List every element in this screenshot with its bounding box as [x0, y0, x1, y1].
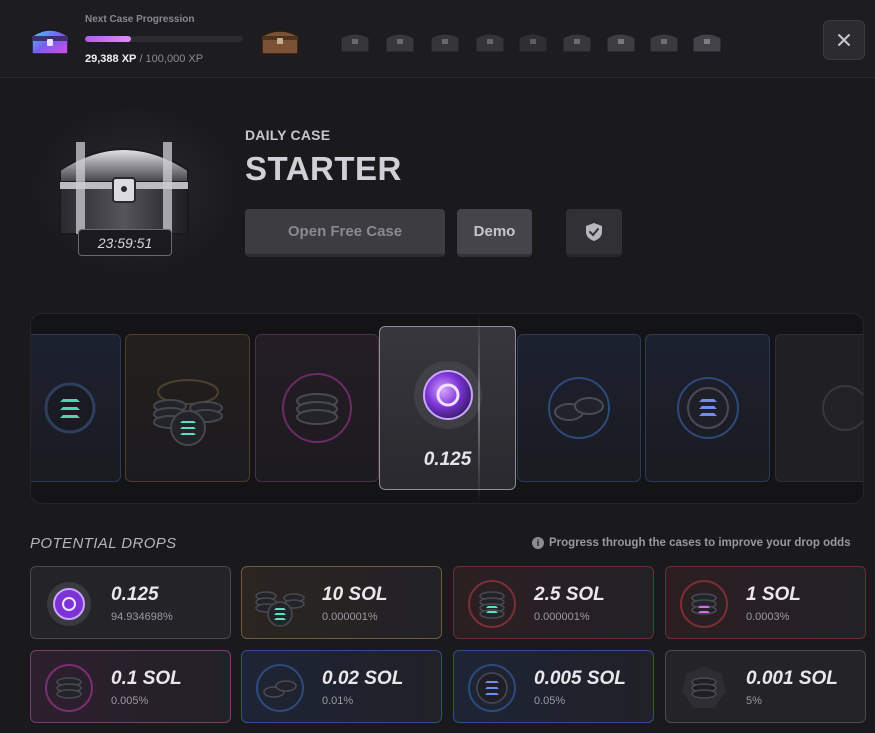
- drop-odds: 5%: [746, 695, 762, 707]
- sol-coin-pile-icon: [255, 591, 305, 627]
- drop-card[interactable]: 10 SOL 0.000001%: [241, 566, 442, 639]
- purple-token-icon: [413, 361, 482, 430]
- close-icon: [838, 34, 850, 46]
- drop-odds: 0.01%: [322, 695, 354, 707]
- drop-odds: 0.0003%: [746, 611, 790, 623]
- drop-odds: 94.934698%: [111, 611, 173, 623]
- xp-target: / 100,000 XP: [139, 53, 204, 65]
- case-title: STARTER: [245, 150, 402, 187]
- locked-case-icon[interactable]: [473, 28, 507, 54]
- drops-hint: i Progress through the cases to improve …: [532, 537, 851, 549]
- coin-stack-icon: [282, 373, 352, 443]
- progress-bar-fill: [85, 36, 132, 42]
- drop-name: 0.1 SOL: [111, 668, 182, 689]
- xp-readout: 29,388 XP / 100,000 XP: [85, 53, 203, 65]
- open-free-case-button[interactable]: Open Free Case: [245, 209, 445, 257]
- locked-case-icon[interactable]: [338, 28, 372, 54]
- sol-coin-icon: [676, 377, 739, 439]
- drop-card[interactable]: 2.5 SOL 0.000001%: [453, 566, 654, 639]
- next-case-chest-icon[interactable]: [258, 24, 302, 56]
- locked-case-icon[interactable]: [383, 28, 417, 54]
- reel-item: [775, 334, 863, 482]
- drop-name: 2.5 SOL: [534, 584, 605, 605]
- drop-odds: 0.05%: [534, 695, 566, 707]
- sol-coin-stack-icon: [680, 580, 728, 628]
- case-timer: 23:59:51: [78, 229, 172, 256]
- locked-case-icon[interactable]: [604, 28, 638, 54]
- silver-chest-icon: [59, 142, 189, 235]
- reel-item: [645, 334, 770, 482]
- sol-coin-stack-icon: [45, 664, 93, 712]
- potential-drops-title: POTENTIAL DROPS: [30, 535, 177, 552]
- drop-name: 0.001 SOL: [746, 668, 838, 689]
- drop-odds: 0.000001%: [534, 611, 590, 623]
- locked-case-icon[interactable]: [516, 28, 550, 54]
- drop-odds: 0.000001%: [322, 611, 378, 623]
- drop-card[interactable]: 0.125 94.934698%: [30, 566, 231, 639]
- current-case-chest-icon: [31, 29, 69, 55]
- locked-case-icon[interactable]: [428, 28, 462, 54]
- reel-item-selected: 0.125: [379, 326, 516, 490]
- drop-card[interactable]: 0.02 SOL 0.01%: [241, 650, 442, 723]
- progress-bar: [85, 36, 243, 42]
- case-kind: DAILY CASE: [245, 127, 331, 143]
- drop-name: 0.005 SOL: [534, 668, 626, 689]
- reel-item: [255, 334, 379, 482]
- drop-name: 1 SOL: [746, 584, 801, 605]
- locked-case-icon[interactable]: [647, 28, 681, 54]
- reel-item-value: 0.125: [423, 449, 472, 470]
- info-icon: i: [532, 537, 544, 549]
- drop-name: 0.125: [111, 584, 159, 605]
- sol-coin-pile-icon: [152, 379, 223, 446]
- sol-coin-icon: [44, 382, 96, 434]
- coin-stack-icon: [822, 385, 863, 431]
- drop-card[interactable]: 0.005 SOL 0.05%: [453, 650, 654, 723]
- provably-fair-button[interactable]: [566, 209, 622, 257]
- drop-name: 10 SOL: [322, 584, 388, 605]
- progression-label: Next Case Progression: [85, 14, 195, 25]
- coin-stack-icon: [682, 666, 726, 708]
- drop-card[interactable]: 0.001 SOL 5%: [665, 650, 866, 723]
- close-button[interactable]: [823, 20, 865, 60]
- locked-case-icon[interactable]: [560, 28, 594, 54]
- drops-hint-text: Progress through the cases to improve yo…: [549, 537, 851, 549]
- shield-check-icon: [586, 222, 602, 241]
- purple-token-icon: [47, 582, 91, 626]
- xp-current: 29,388 XP: [85, 53, 137, 65]
- demo-button[interactable]: Demo: [457, 209, 532, 257]
- reel-item: [31, 334, 121, 482]
- drop-odds: 0.005%: [111, 695, 149, 707]
- sol-coin-icon: [468, 664, 516, 712]
- drop-name: 0.02 SOL: [322, 668, 404, 689]
- sol-coins-icon: [256, 664, 304, 712]
- reel-center-marker: [478, 314, 480, 503]
- sol-coins-icon: [548, 377, 610, 439]
- case-progression-bar: Next Case Progression 29,388 XP / 100,00…: [0, 0, 875, 78]
- reel-item: [125, 334, 250, 482]
- reel-item: [517, 334, 641, 482]
- sol-coin-stack-icon: [468, 580, 516, 628]
- drop-card[interactable]: 0.1 SOL 0.005%: [30, 650, 231, 723]
- case-reel: 0.125: [30, 313, 864, 504]
- locked-case-icon[interactable]: [690, 28, 724, 54]
- drop-card[interactable]: 1 SOL 0.0003%: [665, 566, 866, 639]
